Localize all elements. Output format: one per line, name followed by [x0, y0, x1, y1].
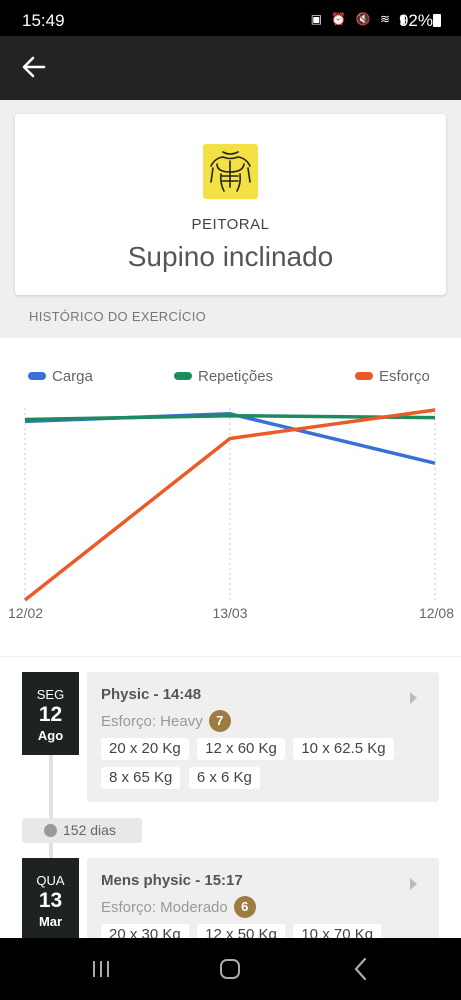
set-chip: 20 x 30 Kg [101, 924, 189, 938]
set-chip: 10 x 70 Kg [293, 924, 382, 938]
wifi-icon: ≋ [379, 12, 394, 26]
set-list: 20 x 20 Kg 12 x 60 Kg 10 x 62.5 Kg 8 x 6… [101, 738, 431, 796]
session-date-box: QUA 13 Mar [22, 858, 79, 938]
home-button[interactable] [215, 956, 245, 982]
session-weekday: QUA [36, 873, 65, 888]
system-back-button[interactable] [346, 956, 376, 982]
status-icons: ▣ ⏰ 🔇 ≋ ▮ [311, 12, 409, 26]
session-title: Physic - 14:48 [101, 686, 202, 703]
session-card[interactable]: Physic - 14:48 Esforço: Heavy 7 20 x 20 K… [87, 672, 439, 802]
session-day: 12 [38, 703, 63, 726]
set-list: 20 x 30 Kg 12 x 50 Kg 10 x 70 Kg [101, 924, 431, 938]
back-button[interactable] [14, 48, 54, 88]
chart-plot: 12/02 13/03 12/08 [8, 408, 454, 621]
session-day: 13 [38, 889, 63, 912]
notification-icon: ▣ [310, 12, 326, 26]
days-gap-label: 152 dias [63, 822, 116, 838]
session-title: Mens physic - 15:17 [101, 872, 243, 889]
session-effort: Esforço: Moderado 6 [101, 896, 256, 919]
home-icon [220, 959, 240, 979]
set-chip: 12 x 60 Kg [197, 738, 285, 760]
arrow-left-icon [22, 56, 46, 78]
session-month: Ago [37, 728, 64, 743]
session-date-box: SEG 12 Ago [22, 672, 79, 755]
history-section-title: HISTÓRICO DO EXERCÍCIO [29, 309, 207, 324]
battery-percent: 92% [398, 11, 433, 30]
status-time: 15:49 [22, 11, 65, 30]
recent-apps-button[interactable] [86, 956, 116, 982]
set-chip: 8 x 65 Kg [101, 767, 181, 789]
alarm-icon: ⏰ [331, 12, 350, 26]
set-chip: 12 x 50 Kg [197, 924, 285, 938]
status-bar: 15:49 ▣ ⏰ 🔇 ≋ ▮ 92% [0, 0, 461, 36]
chevron-right-icon [410, 692, 417, 704]
set-chip: 20 x 20 Kg [101, 738, 189, 760]
session-weekday: SEG [36, 687, 65, 702]
x-tick-label: 12/08 [419, 605, 454, 621]
days-gap-badge: 152 dias [22, 818, 142, 843]
muscle-group-label: PEITORAL [191, 216, 270, 233]
app-bar [0, 36, 461, 100]
effort-label: Esforço: Heavy [101, 712, 203, 730]
x-tick-label: 13/03 [212, 605, 247, 621]
exercise-header-card: PEITORAL Supino inclinado [15, 114, 446, 295]
session-list: SEG 12 Ago Physic - 14:48 Esforço: Heavy… [0, 657, 461, 938]
x-tick-label: 12/02 [8, 605, 43, 621]
chevron-right-icon [410, 878, 417, 890]
chest-muscle-icon [203, 144, 258, 199]
clock-icon [44, 824, 57, 837]
exercise-title: Supino inclinado [127, 241, 334, 272]
mute-icon: 🔇 [355, 12, 374, 26]
history-chart: Carga Repetições Esforço 12/02 13/03 12/08 [0, 338, 461, 656]
session-effort: Esforço: Heavy 7 [101, 710, 231, 733]
system-nav-bar [0, 938, 461, 1000]
set-chip: 10 x 62.5 Kg [293, 738, 394, 760]
effort-label: Esforço: Moderado [101, 898, 228, 916]
set-chip: 6 x 6 Kg [188, 767, 260, 789]
back-icon [354, 957, 367, 981]
effort-level-badge: 7 [208, 710, 231, 732]
effort-level-badge: 6 [233, 896, 256, 918]
battery-icon [433, 14, 441, 27]
session-month: Mar [38, 914, 63, 929]
recent-apps-icon [93, 961, 109, 977]
session-card[interactable]: Mens physic - 15:17 Esforço: Moderado 6 2… [87, 858, 439, 938]
